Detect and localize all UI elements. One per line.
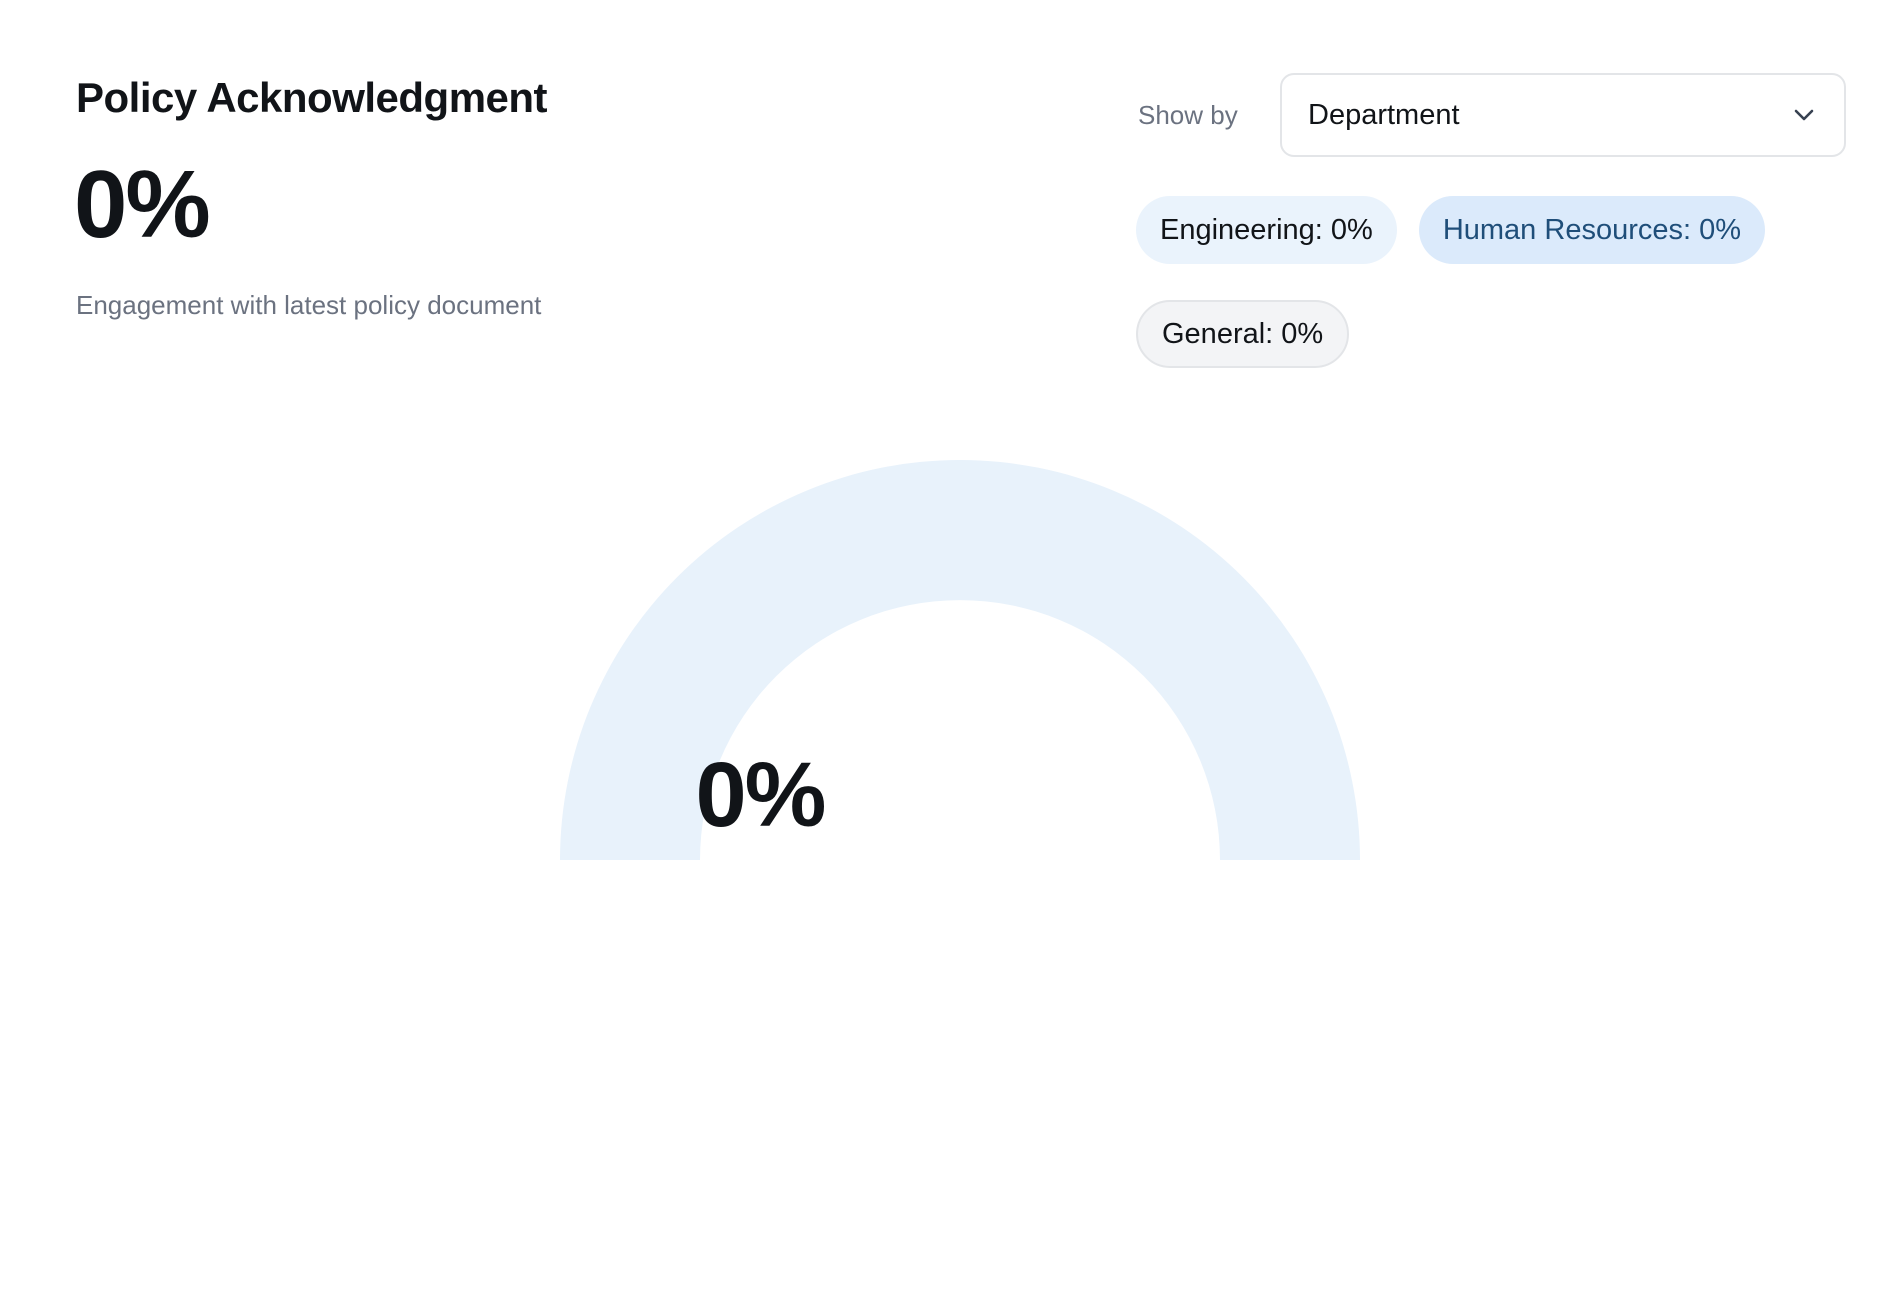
department-chips: Engineering: 0% Human Resources: 0% Gene…	[1136, 196, 1846, 368]
show-by-select[interactable]: Department	[1280, 73, 1846, 157]
chip-human-resources[interactable]: Human Resources: 0%	[1418, 196, 1766, 264]
chevron-down-icon	[1790, 101, 1818, 129]
card-subtitle: Engagement with latest policy document	[76, 290, 542, 320]
chip-general[interactable]: General: 0%	[1136, 300, 1350, 368]
show-by-label: Show by	[1138, 100, 1238, 130]
gauge-value-label: 0%	[695, 744, 827, 846]
chip-engineering[interactable]: Engineering: 0%	[1136, 196, 1397, 264]
overall-percentage: 0%	[74, 151, 211, 258]
card-title: Policy Acknowledgment	[76, 74, 548, 121]
show-by-selected-value: Department	[1308, 98, 1460, 131]
